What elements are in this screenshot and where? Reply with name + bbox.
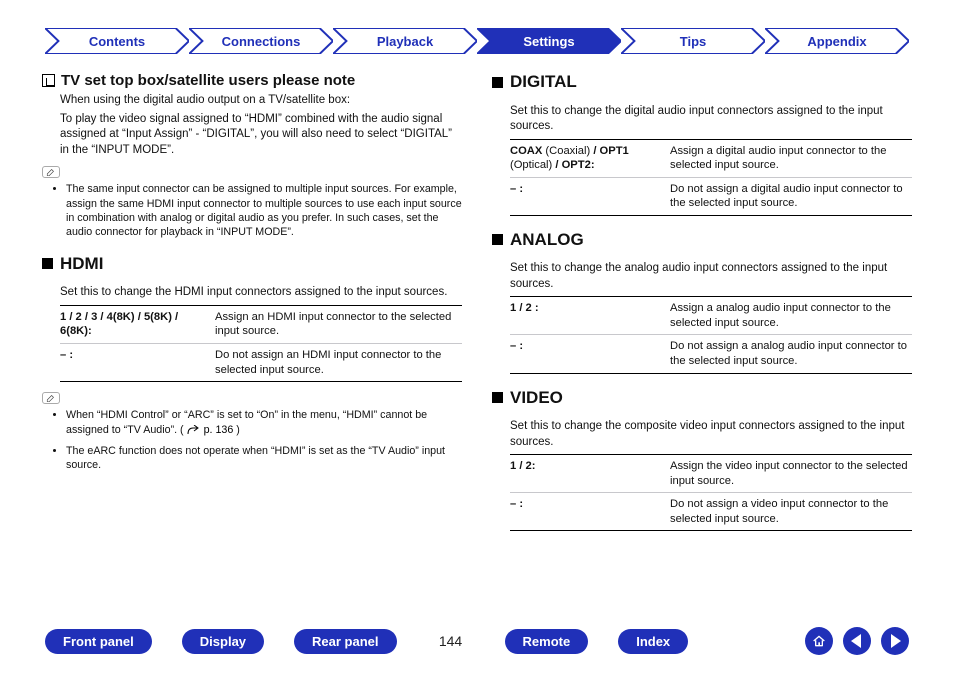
left-column: TV set top box/satellite users please no… xyxy=(42,62,462,563)
section-heading-video: VIDEO xyxy=(492,388,912,408)
row-value: Do not assign a digital audio input conn… xyxy=(670,182,912,211)
note-bullets: The same input connector can be assigned… xyxy=(66,182,462,240)
section-heading-digital: DIGITAL xyxy=(492,72,912,92)
square-bullet-icon xyxy=(42,258,53,269)
row-key: – : xyxy=(510,497,670,526)
row-key: COAX (Coaxial) / OPT1 (Optical) / OPT2: xyxy=(510,144,670,173)
footer-nav-icons xyxy=(805,627,909,655)
tab-label: Appendix xyxy=(807,34,866,49)
page-number: 144 xyxy=(427,633,475,649)
home-button[interactable] xyxy=(805,627,833,655)
tab-contents[interactable]: Contents xyxy=(45,28,189,54)
tab-appendix[interactable]: Appendix xyxy=(765,28,909,54)
section-desc: Set this to change the composite video i… xyxy=(510,419,912,450)
section-title: HDMI xyxy=(60,254,103,274)
square-bullet-icon xyxy=(492,77,503,88)
section-title: ANALOG xyxy=(510,230,584,250)
row-key: 1 / 2 / 3 / 4(8K) / 5(8K) / 6(8K): xyxy=(60,310,215,339)
display-button[interactable]: Display xyxy=(182,629,264,654)
row-value: Assign a digital audio input connector t… xyxy=(670,144,912,173)
row-key: 1 / 2: xyxy=(510,459,670,488)
hdmi-tip2: The eARC function does not operate when … xyxy=(66,444,462,473)
hdmi-tip1: When “HDMI Control” or “ARC” is set to “… xyxy=(66,408,462,439)
row-key: – : xyxy=(60,348,215,377)
page-link[interactable]: p. 136 xyxy=(204,424,234,436)
footer: Front panel Display Rear panel 144 Remot… xyxy=(45,627,909,655)
row-value: Assign the video input connector to the … xyxy=(670,459,912,488)
table-row: 1 / 2: Assign the video input connector … xyxy=(510,455,912,493)
hdmi-tip1-prefix: When “HDMI Control” or “ARC” is set to “… xyxy=(66,409,427,435)
note-icon xyxy=(42,74,55,87)
row-value: Assign an HDMI input connector to the se… xyxy=(215,310,462,339)
video-table: 1 / 2: Assign the video input connector … xyxy=(510,454,912,531)
hdmi-tips: When “HDMI Control” or “ARC” is set to “… xyxy=(66,408,462,473)
tab-connections[interactable]: Connections xyxy=(189,28,333,54)
tip-icon xyxy=(42,166,60,178)
hdmi-tip1-suffix: ) xyxy=(236,424,240,436)
page-link-icon xyxy=(187,425,201,439)
tab-label: Settings xyxy=(523,34,574,49)
note-heading: TV set top box/satellite users please no… xyxy=(42,72,462,89)
row-key: – : xyxy=(510,339,670,368)
row-value: Assign a analog audio input connector to… xyxy=(670,301,912,330)
section-desc: Set this to change the digital audio inp… xyxy=(510,104,912,135)
row-key: – : xyxy=(510,182,670,211)
note-p1: When using the digital audio output on a… xyxy=(60,93,462,109)
analog-table: 1 / 2 : Assign a analog audio input conn… xyxy=(510,296,912,373)
table-row: 1 / 2 : Assign a analog audio input conn… xyxy=(510,297,912,335)
table-row: – : Do not assign an HDMI input connecto… xyxy=(60,344,462,382)
content-columns: TV set top box/satellite users please no… xyxy=(42,62,912,563)
tab-label: Contents xyxy=(89,34,145,49)
prev-page-button[interactable] xyxy=(843,627,871,655)
tab-playback[interactable]: Playback xyxy=(333,28,477,54)
section-heading-hdmi: HDMI xyxy=(42,254,462,274)
section-title: DIGITAL xyxy=(510,72,577,92)
home-icon xyxy=(811,632,827,650)
tab-label: Playback xyxy=(377,34,433,49)
front-panel-button[interactable]: Front panel xyxy=(45,629,152,654)
note-heading-text: TV set top box/satellite users please no… xyxy=(61,72,355,89)
index-button[interactable]: Index xyxy=(618,629,688,654)
digital-table: COAX (Coaxial) / OPT1 (Optical) / OPT2: … xyxy=(510,139,912,216)
rear-panel-button[interactable]: Rear panel xyxy=(294,629,396,654)
tab-tips[interactable]: Tips xyxy=(621,28,765,54)
table-row: – : Do not assign a analog audio input c… xyxy=(510,335,912,373)
table-row: COAX (Coaxial) / OPT1 (Optical) / OPT2: … xyxy=(510,140,912,178)
note-p2: To play the video signal assigned to “HD… xyxy=(60,112,462,159)
top-nav: Contents Connections Playback Settings T… xyxy=(45,28,909,54)
tab-settings[interactable]: Settings xyxy=(477,28,621,54)
note-bullet: The same input connector can be assigned… xyxy=(66,182,462,240)
tip-icon xyxy=(42,392,60,404)
tab-label: Connections xyxy=(222,34,301,49)
row-value: Do not assign a video input connector to… xyxy=(670,497,912,526)
section-desc: Set this to change the HDMI input connec… xyxy=(60,285,462,301)
row-key: 1 / 2 : xyxy=(510,301,670,330)
tab-label: Tips xyxy=(680,34,707,49)
section-desc: Set this to change the analog audio inpu… xyxy=(510,261,912,292)
next-page-button[interactable] xyxy=(881,627,909,655)
right-column: DIGITAL Set this to change the digital a… xyxy=(492,62,912,563)
table-row: – : Do not assign a video input connecto… xyxy=(510,493,912,531)
square-bullet-icon xyxy=(492,234,503,245)
hdmi-table: 1 / 2 / 3 / 4(8K) / 5(8K) / 6(8K): Assig… xyxy=(60,305,462,382)
table-row: – : Do not assign a digital audio input … xyxy=(510,178,912,216)
arrow-right-icon xyxy=(891,634,901,648)
square-bullet-icon xyxy=(492,392,503,403)
table-row: 1 / 2 / 3 / 4(8K) / 5(8K) / 6(8K): Assig… xyxy=(60,306,462,344)
row-value: Do not assign an HDMI input connector to… xyxy=(215,348,462,377)
remote-button[interactable]: Remote xyxy=(505,629,589,654)
section-heading-analog: ANALOG xyxy=(492,230,912,250)
row-value: Do not assign a analog audio input conne… xyxy=(670,339,912,368)
arrow-left-icon xyxy=(851,634,861,648)
section-title: VIDEO xyxy=(510,388,563,408)
